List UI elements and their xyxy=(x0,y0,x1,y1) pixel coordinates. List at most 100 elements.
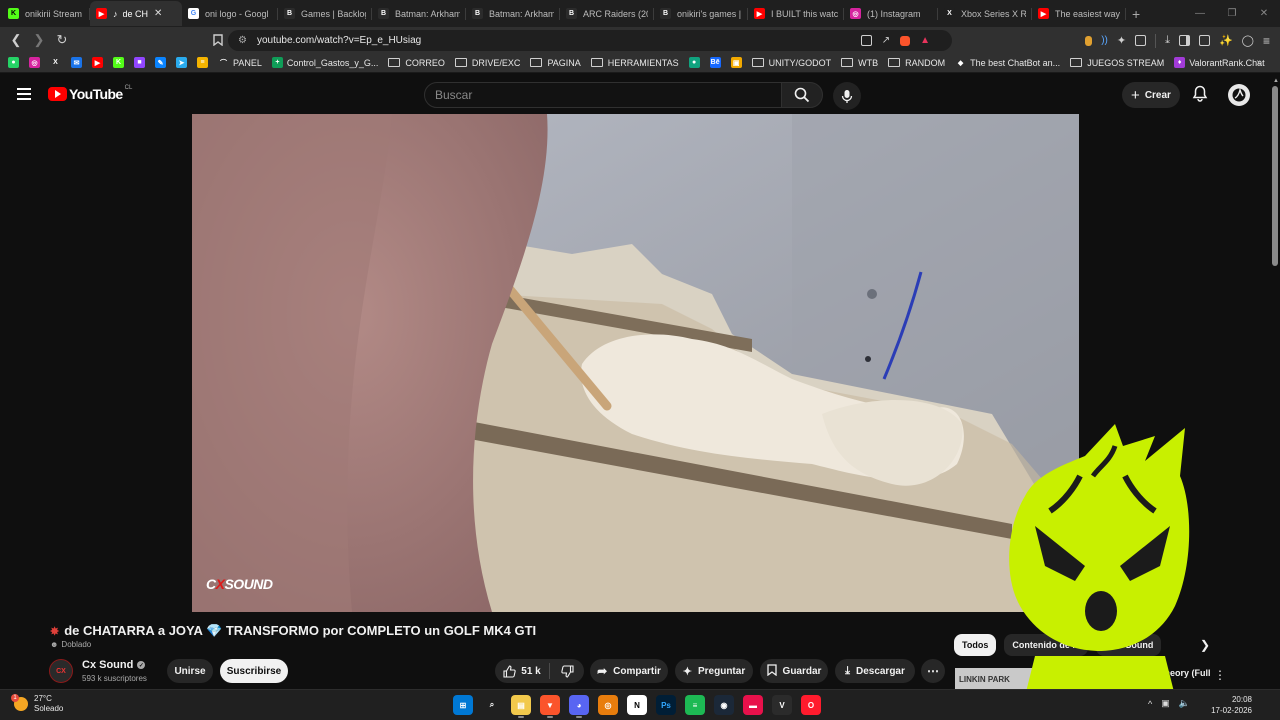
join-button[interactable]: Unirse xyxy=(167,659,213,683)
windows-start-icon[interactable]: ⊞ xyxy=(453,695,473,715)
like-button[interactable]: 51 k xyxy=(495,663,550,679)
bookmark-green-dot[interactable]: ● xyxy=(688,57,704,68)
bookmark-telegram[interactable]: ➤ xyxy=(176,57,191,68)
site-settings-icon[interactable]: ⚙ xyxy=(238,35,247,46)
extension-icon[interactable] xyxy=(1085,35,1093,46)
download-icon[interactable]: ⤓ xyxy=(1165,34,1170,47)
back-icon[interactable]: ❮ xyxy=(6,30,26,50)
close-window-icon[interactable]: ✕ xyxy=(1248,8,1280,19)
browser-tab[interactable]: ◎ (1) Instagram xyxy=(844,1,938,26)
bookmark-mail[interactable]: ✉ xyxy=(71,57,86,68)
browser-tab[interactable]: ▶ The easiest way t xyxy=(1032,1,1126,26)
browser-tab[interactable]: ▶ I BUILT this watch xyxy=(748,1,844,26)
notion-icon[interactable]: N xyxy=(627,695,647,715)
page-scrollbar[interactable] xyxy=(1272,86,1278,266)
more-vertical-icon[interactable]: ⋮ xyxy=(1214,668,1226,682)
brave-shields-icon[interactable] xyxy=(900,35,911,46)
volume-icon[interactable]: 🔈 xyxy=(1179,698,1190,709)
bookmark-icon[interactable] xyxy=(208,30,228,50)
valorant-icon[interactable]: V xyxy=(772,695,792,715)
game-app-icon[interactable]: ▬ xyxy=(743,695,763,715)
network-icon[interactable]: ▣ xyxy=(1161,698,1170,709)
file-explorer-icon[interactable]: ▤ xyxy=(511,695,531,718)
bookmark-whatsapp[interactable]: ● xyxy=(8,57,23,68)
dubbed-badge[interactable]: ☻ Doblado xyxy=(50,640,91,649)
audio-icon[interactable]: )) xyxy=(1101,35,1108,46)
puzzle-icon[interactable]: ✦ xyxy=(1117,34,1126,47)
vpn-shield-icon[interactable]: ◯ xyxy=(1242,34,1254,47)
browser-tab[interactable]: B Games | Backlog xyxy=(278,1,372,26)
browser-tab[interactable]: X Xbox Series X Ru xyxy=(938,1,1032,26)
menu-icon[interactable]: ≡ xyxy=(1263,34,1270,48)
browser-tab[interactable]: ▶ ♪ de CH ✕ xyxy=(90,1,182,26)
browser-tab[interactable]: Konikirii Stream - • xyxy=(2,1,90,26)
new-tab-icon[interactable]: + xyxy=(1132,6,1140,22)
bookmark-twitch[interactable]: ■ xyxy=(134,57,149,68)
bookmark-folder[interactable]: JUEGOS STREAM xyxy=(1070,58,1164,68)
brave-rewards-icon[interactable]: ▲ xyxy=(920,35,930,46)
bookmark-folder[interactable]: PAGINA xyxy=(530,58,581,68)
wallet-icon[interactable] xyxy=(1198,35,1210,46)
bookmark-folder[interactable]: UNITY/GODOT xyxy=(751,58,831,68)
share-button[interactable]: ➦ Compartir xyxy=(590,659,668,683)
channel-avatar[interactable]: CX xyxy=(49,659,73,683)
bookmarks-overflow-icon[interactable]: » xyxy=(1256,57,1262,68)
bookmark-pen[interactable]: ✎ xyxy=(155,57,170,68)
brave-icon[interactable]: ▼ xyxy=(540,695,560,718)
opera-icon[interactable]: O xyxy=(801,695,821,715)
bookmark-folder[interactable]: HERRAMIENTAS xyxy=(590,58,679,68)
video-player[interactable] xyxy=(192,114,1079,612)
bookmark-valorant[interactable]: ♦ ValorantRank.Chat xyxy=(1174,57,1265,68)
tab-close-icon[interactable]: ✕ xyxy=(154,8,162,19)
channel-name[interactable]: Cx Sound ✓ xyxy=(82,659,146,671)
browser-tab[interactable]: B Batman: Arkham xyxy=(372,1,466,26)
search-icon[interactable]: ⌕ xyxy=(482,695,502,715)
bookmark-sheets[interactable]: + Control_Gastos_y_G... xyxy=(271,57,378,68)
spotify-icon[interactable]: ≡ xyxy=(685,695,705,715)
account-avatar[interactable] xyxy=(1228,84,1250,106)
voice-search-button[interactable] xyxy=(833,82,861,110)
share-icon[interactable]: ↗ xyxy=(882,35,890,46)
media-icon[interactable] xyxy=(1135,35,1147,46)
minimize-icon[interactable]: — xyxy=(1184,8,1216,19)
maximize-icon[interactable]: ❐ xyxy=(1216,8,1248,19)
bookmark-photo[interactable]: ▣ xyxy=(730,57,746,68)
reload-icon[interactable]: ↻ xyxy=(52,30,72,50)
tray-expand-icon[interactable]: ^ xyxy=(1148,699,1152,709)
download-button[interactable]: ⤓ Descargar xyxy=(835,659,915,683)
bookmark-folder[interactable]: CORREO xyxy=(388,58,445,68)
bookmark-bar[interactable]: ≡ xyxy=(197,57,212,68)
cast-icon[interactable] xyxy=(860,35,872,46)
subscribe-button[interactable]: Suscribirse xyxy=(220,659,288,683)
bookmark-folder[interactable]: WTB xyxy=(841,58,878,68)
discord-icon[interactable]: ◕ xyxy=(569,695,589,718)
save-button[interactable]: Guardar xyxy=(760,659,828,683)
ask-button[interactable]: ✦ Preguntar xyxy=(675,659,753,683)
leo-ai-icon[interactable]: ✨ xyxy=(1219,34,1233,47)
bookmark-instagram[interactable]: ◎ xyxy=(29,57,44,68)
browser-tab[interactable]: B Batman: Arkham xyxy=(466,1,560,26)
browser-tab[interactable]: Bonikiri's games | xyxy=(654,1,748,26)
taskbar-clock[interactable]: 20:08 17-02-2026 xyxy=(1211,694,1252,716)
bookmark-behance[interactable]: Bē xyxy=(709,57,725,68)
dislike-button[interactable] xyxy=(550,664,584,678)
bookmark-folder[interactable]: RANDOM xyxy=(888,58,945,68)
steam-icon[interactable]: ◉ xyxy=(714,695,734,715)
address-bar[interactable]: ⚙ youtube.com/watch?v=Ep_e_HUsiag xyxy=(228,30,952,51)
search-button[interactable] xyxy=(781,82,823,108)
notifications-bell-icon[interactable] xyxy=(1192,85,1208,107)
blender-icon[interactable]: ◎ xyxy=(598,695,618,715)
scroll-up-arrow-icon[interactable]: ▲ xyxy=(1273,78,1279,84)
tab-audio-icon[interactable]: ♪ xyxy=(113,9,118,19)
more-actions-button[interactable]: ⋯ xyxy=(921,659,945,683)
search-input[interactable]: Buscar xyxy=(424,82,782,108)
hamburger-menu-icon[interactable] xyxy=(17,88,31,100)
bookmark-folder[interactable]: DRIVE/EXC xyxy=(454,58,520,68)
weather-widget[interactable]: 1 27°C Soleado xyxy=(11,694,63,714)
bookmark-youtube[interactable]: ▶ xyxy=(92,57,107,68)
create-button[interactable]: + Crear xyxy=(1122,82,1180,108)
browser-tab[interactable]: B ARC Raiders (202 xyxy=(560,1,654,26)
chevron-right-icon[interactable]: ❯ xyxy=(1200,638,1210,652)
sidebar-icon[interactable] xyxy=(1178,35,1190,46)
bookmark-panel[interactable]: ⌒ PANEL xyxy=(218,57,262,68)
